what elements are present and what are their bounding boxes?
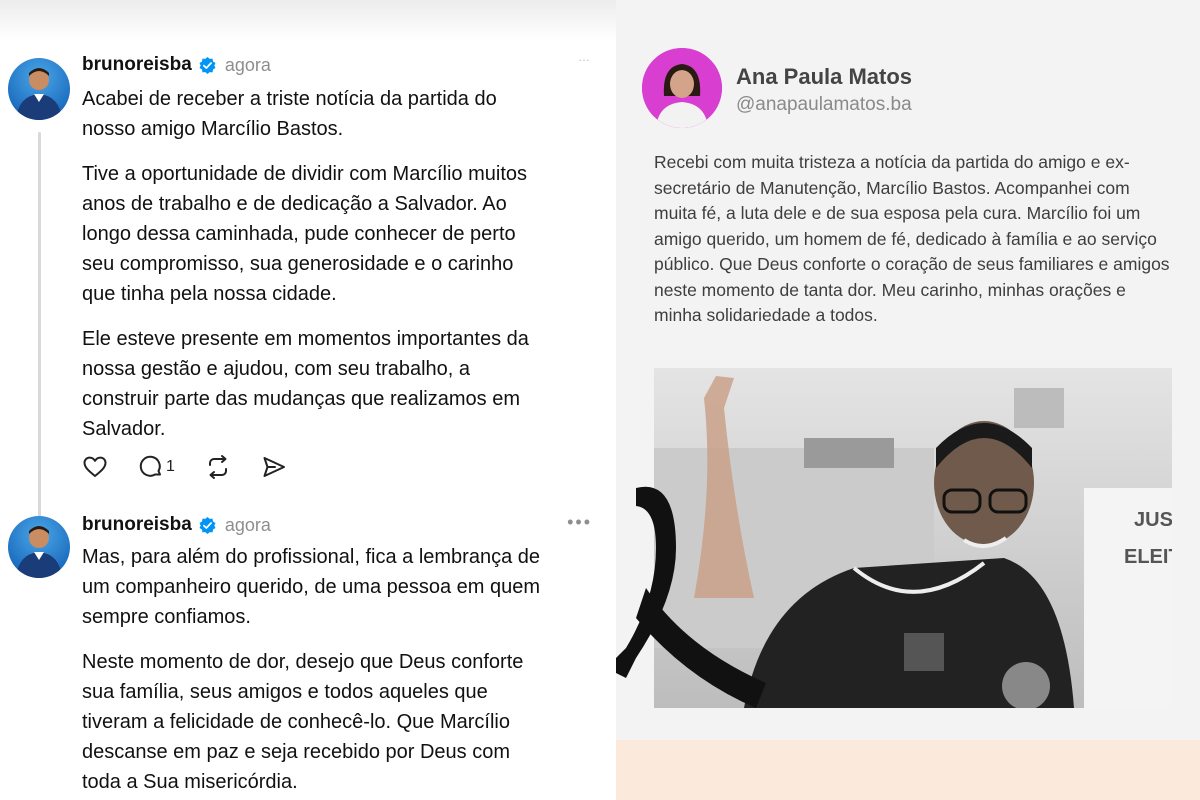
like-button[interactable] <box>82 454 108 480</box>
tribute-post: Ana Paula Matos @anapaulamatos.ba Recebi… <box>616 0 1200 800</box>
mourning-ribbon-icon <box>616 478 766 708</box>
post-paragraph: Neste momento de dor, desejo que Deus co… <box>82 651 524 793</box>
threads-screenshot: brunoreisba agora … Acabei de receber a … <box>0 0 616 800</box>
avatar[interactable] <box>642 48 722 128</box>
post-time: agora <box>224 54 271 75</box>
post-header: brunoreisba agora <box>82 54 271 76</box>
heart-icon <box>83 456 107 477</box>
post-body: Mas, para além do profissional, fica a l… <box>82 542 592 800</box>
more-options-icon[interactable]: … <box>578 50 592 64</box>
post-header: brunoreisba agora <box>82 514 271 536</box>
verified-badge-icon <box>198 516 217 535</box>
thread-line <box>38 132 41 547</box>
post-paragraph: Acabei de receber a triste notícia da pa… <box>82 88 497 140</box>
comment-icon <box>139 455 161 477</box>
post-paragraph: Tive a oportunidade de dividir com Marcí… <box>82 163 528 305</box>
avatar[interactable] <box>8 58 70 120</box>
author-handle[interactable]: @anapaulamatos.ba <box>736 94 912 116</box>
post-body: Acabei de receber a triste notícia da pa… <box>82 84 592 459</box>
send-icon <box>263 457 285 477</box>
avatar[interactable] <box>8 516 70 578</box>
repost-icon <box>208 455 227 479</box>
ballot-box-label: JUST <box>1134 509 1172 531</box>
post-actions: 1 <box>82 454 317 480</box>
repost-button[interactable] <box>205 454 231 480</box>
reply-count: 1 <box>166 458 175 475</box>
verified-badge-icon <box>198 56 217 75</box>
post-paragraph: Mas, para além do profissional, fica a l… <box>82 546 541 628</box>
username[interactable]: brunoreisba <box>82 54 192 76</box>
username[interactable]: brunoreisba <box>82 514 192 536</box>
top-fade <box>0 0 616 40</box>
tribute-text: Recebi com muita tristeza a notícia da p… <box>654 152 1170 325</box>
post-paragraph: Ele esteve presente em momentos importan… <box>82 328 529 440</box>
author-name[interactable]: Ana Paula Matos <box>736 64 912 90</box>
post-time: agora <box>224 514 271 535</box>
more-options-icon[interactable]: ••• <box>567 512 592 533</box>
ballot-box-label: ELEIT <box>1124 546 1172 568</box>
share-button[interactable] <box>261 454 287 480</box>
bottom-strip <box>616 740 1200 800</box>
reply-button[interactable]: 1 <box>138 454 175 480</box>
